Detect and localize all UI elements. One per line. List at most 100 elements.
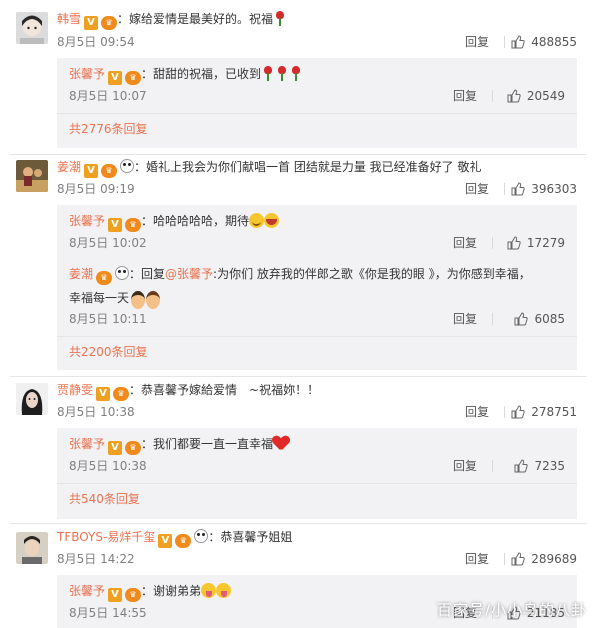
fan-badge-icon[interactable]: ♛ (101, 164, 118, 178)
like-count: 17279 (526, 236, 565, 250)
username-link[interactable]: 张馨予 (69, 437, 105, 451)
reply-box: 张馨予 V ♛ ：我们都要一直一直幸福 8月5日 10:38 回复 7235 共540… (57, 428, 577, 519)
reply-time: 8月5日 14:55 (69, 606, 147, 620)
comment-time: 8月5日 14:22 (57, 552, 135, 566)
username-link[interactable]: 贾静雯 (57, 383, 93, 397)
tongue-emoji-icon (216, 583, 232, 598)
username-link[interactable]: 张馨予 (69, 214, 105, 228)
divider (504, 406, 505, 418)
reply-box: 张馨予 V ♛ ：甜甜的祝福，已收到 8月5日 10:07 回复 20549 共277… (57, 58, 577, 148)
verified-v-icon[interactable]: V (84, 16, 99, 30)
verified-v-icon[interactable]: V (108, 71, 123, 85)
username-link[interactable]: 姜潮 (69, 267, 93, 281)
like-count: 278751 (531, 405, 577, 419)
reply-button[interactable]: 回复 (465, 550, 489, 568)
more-replies-link[interactable]: 共2776条回复 (69, 120, 148, 138)
reply-text: ：我们都要一直一直幸福 (141, 437, 274, 451)
reply-button[interactable]: 回复 (453, 310, 477, 328)
reply-meta: 8月5日 10:38 回复 7235 (69, 457, 565, 475)
username-link[interactable]: 张馨予 (69, 67, 105, 81)
username-link[interactable]: 张馨予 (69, 584, 105, 598)
fan-badge-icon[interactable]: ♛ (113, 387, 130, 401)
reply-time: 8月5日 10:38 (69, 459, 147, 473)
reply-text: ：谢谢弟弟 (141, 584, 202, 598)
fan-badge-icon[interactable]: ♛ (125, 588, 142, 602)
comment-text: ：恭喜馨予姐姐 (208, 530, 293, 544)
more-replies-link[interactable]: 共2200条回复 (69, 343, 148, 361)
reply-line: 幸福每一天 (69, 289, 565, 309)
couple-emoji-icon (129, 290, 163, 309)
comment-line: 贾静雯 V ♛ ：恭喜馨予嫁給爱情 ~祝福妳！！ (57, 381, 577, 401)
divider (57, 336, 577, 337)
heart-emoji-icon (273, 436, 289, 450)
comment-text: ：嫁给爱情是最美好的。祝福 (117, 12, 274, 26)
divider (10, 154, 587, 155)
comment-line: 姜潮 V ♛ ：婚礼上我会为你们献唱一首 团结就是力量 我已经准备好了 敬礼 (57, 158, 577, 178)
verified-v-icon[interactable]: V (84, 164, 99, 178)
username-link[interactable]: TFBOYS-易烊千玺 (57, 530, 155, 544)
verified-v-icon[interactable]: V (96, 387, 111, 401)
divider (504, 36, 505, 48)
avatar[interactable] (16, 12, 48, 44)
avatar[interactable] (16, 383, 48, 415)
like-button[interactable]: 7235 (514, 457, 565, 475)
fan-badge-icon[interactable]: ♛ (125, 71, 142, 85)
like-button[interactable]: 6085 (514, 310, 565, 328)
like-count: 20549 (526, 89, 565, 103)
rose-emoji-icon (290, 66, 302, 81)
comment-meta: 8月5日 09:54 回复 488855 (57, 33, 577, 51)
username-link[interactable]: 姜潮 (57, 160, 81, 174)
comment-line: TFBOYS-易烊千玺 V ♛ ：恭喜馨予姐姐 (57, 528, 577, 548)
like-button[interactable]: 20549 (507, 87, 565, 105)
fan-badge-icon[interactable]: ♛ (101, 16, 118, 30)
like-button[interactable]: 488855 (511, 33, 577, 51)
divider (10, 523, 587, 524)
fan-badge-icon[interactable]: ♛ (125, 441, 142, 455)
like-button[interactable]: 17279 (507, 234, 565, 252)
reply-button[interactable]: 回复 (465, 180, 489, 198)
thumbs-up-icon (511, 552, 525, 566)
reply-meta: 8月5日 10:02 回复 17279 (69, 234, 565, 252)
mention-link[interactable]: @张馨予 (165, 267, 213, 281)
watermark: 百家号/小小鸟的八卦 (436, 601, 587, 619)
reply-button[interactable]: 回复 (465, 403, 489, 421)
panda-badge-icon[interactable] (194, 529, 209, 543)
reply-button[interactable]: 回复 (453, 234, 477, 252)
like-count: 7235 (534, 459, 565, 473)
fan-badge-icon[interactable]: ♛ (96, 271, 113, 285)
like-button[interactable]: 396303 (511, 180, 577, 198)
like-count: 396303 (531, 182, 577, 196)
reply-text: ：回复 (129, 267, 166, 281)
verified-v-icon[interactable]: V (108, 441, 123, 455)
divider (504, 183, 505, 195)
verified-v-icon[interactable]: V (108, 218, 123, 232)
like-button[interactable]: 289689 (511, 550, 577, 568)
avatar[interactable] (16, 160, 48, 192)
reply-time: 8月5日 10:02 (69, 236, 147, 250)
fan-badge-icon[interactable]: ♛ (175, 534, 192, 548)
reply-line: 张馨予 V ♛ ：甜甜的祝福，已收到 (69, 65, 565, 85)
reply-button[interactable]: 回复 (453, 457, 477, 475)
reply-meta: 8月5日 10:07 回复 20549 (69, 87, 565, 105)
thumbs-up-icon (514, 312, 529, 326)
thumbs-up-icon (511, 182, 525, 196)
divider (57, 113, 577, 114)
reply-button[interactable]: 回复 (465, 33, 489, 51)
verified-v-icon[interactable]: V (158, 534, 173, 548)
verified-v-icon[interactable]: V (108, 588, 123, 602)
rose-emoji-icon (262, 66, 274, 81)
fan-badge-icon[interactable]: ♛ (125, 218, 142, 232)
divider (492, 237, 493, 249)
panda-badge-icon[interactable] (115, 266, 130, 280)
reply-time: 8月5日 10:07 (69, 89, 147, 103)
like-button[interactable]: 278751 (511, 403, 577, 421)
reply-button[interactable]: 回复 (453, 87, 477, 105)
panda-badge-icon[interactable] (120, 159, 135, 173)
like-count: 488855 (531, 35, 577, 49)
reply-text: :为你们 放弃我的伴郎之歌《你是我的眼 》，为你感到幸福， (213, 267, 531, 281)
avatar[interactable] (16, 532, 48, 564)
more-replies-link[interactable]: 共540条回复 (69, 490, 140, 508)
comment-time: 8月5日 09:54 (57, 35, 135, 49)
tongue-emoji-icon (201, 583, 217, 598)
username-link[interactable]: 韩雪 (57, 12, 81, 26)
